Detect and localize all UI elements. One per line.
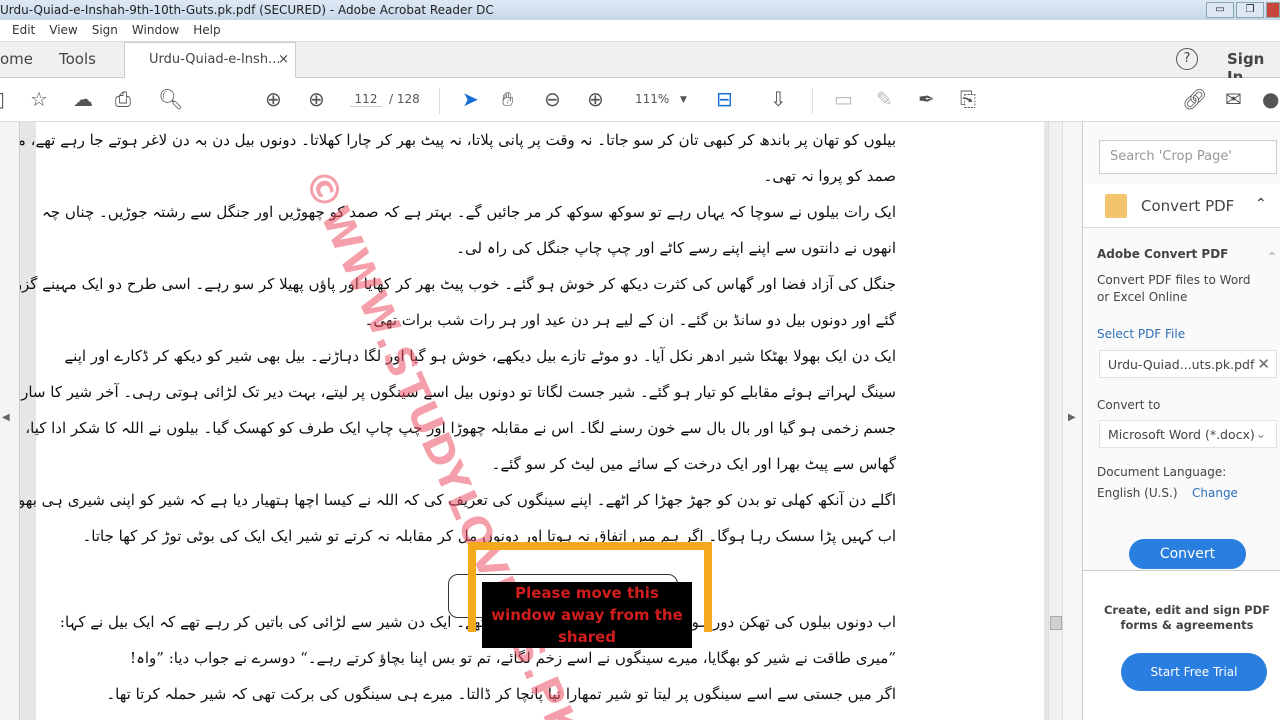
menu-sign[interactable]: Sign xyxy=(92,23,118,41)
text-line: گھاس سے پیٹ بھرا اور ایک درخت کے سائے می… xyxy=(491,455,896,473)
text-line: سینگ لہراتے ہوئے مقابلے کو تیار ہو گئے۔ … xyxy=(20,383,896,401)
start-free-trial-button[interactable]: Start Free Trial xyxy=(1121,653,1267,691)
scroll-mode-icon[interactable]: ⇩ xyxy=(770,88,787,110)
window-title: Urdu-Quiad-e-Inshah-9th-10th-Guts.pk.pdf… xyxy=(0,3,494,17)
text-line: جسم زخمی ہو گیا اور بال بال سے خون رسنے … xyxy=(25,419,896,437)
vertical-scrollbar[interactable] xyxy=(1048,122,1062,720)
promo-panel: Create, edit and sign PDF forms & agreem… xyxy=(1083,570,1280,720)
convert-pdf-header[interactable]: Convert PDF ⌃ xyxy=(1083,184,1280,228)
document-language-label: Document Language: xyxy=(1097,465,1227,479)
file-name: Urdu-Quiad...uts.pk.pdf xyxy=(1108,357,1255,372)
change-language-link[interactable]: Change xyxy=(1192,486,1238,500)
page-number-input[interactable]: 112 xyxy=(350,92,382,107)
menu-view[interactable]: View xyxy=(49,23,77,41)
text-line: بیلوں کو تھان پر باندھ کر کبھی تان کر سو… xyxy=(20,131,896,149)
convert-to-label: Convert to xyxy=(1097,398,1161,412)
save-icon[interactable]: ▯ xyxy=(0,88,5,110)
promo-text: Create, edit and sign PDF forms & agreem… xyxy=(1103,603,1271,632)
fit-page-icon[interactable]: ⊟ xyxy=(716,88,733,110)
next-page-icon[interactable]: ⊕ xyxy=(308,88,325,110)
divider xyxy=(439,88,440,114)
convert-format-select[interactable]: Microsoft Word (*.docx) ⌄ xyxy=(1099,420,1277,448)
restore-button[interactable]: ❐ xyxy=(1236,2,1264,18)
edit-document-icon[interactable]: ⎘ xyxy=(960,88,976,110)
tab-tools[interactable]: Tools xyxy=(59,50,96,68)
email-icon[interactable]: ✉ xyxy=(1225,88,1242,110)
user-icon[interactable]: ● xyxy=(1262,88,1279,110)
text-line: جنگل کی آزاد فضا اور گھاس کی کثرت دیکھ ک… xyxy=(20,275,896,293)
screen-share-warning: Please move this window away from the sh… xyxy=(468,542,712,648)
menu-help[interactable]: Help xyxy=(193,23,220,41)
right-pane-toggle[interactable]: ▶ xyxy=(1062,122,1082,720)
convert-pdf-title: Convert PDF xyxy=(1141,197,1235,215)
zoom-out-icon[interactable]: ⊖ xyxy=(544,88,561,110)
menu-window[interactable]: Window xyxy=(132,23,179,41)
scrollbar-thumb[interactable] xyxy=(1050,616,1062,630)
bookmark-star-icon[interactable]: ☆ xyxy=(30,88,48,110)
expand-left-pane-icon[interactable]: ◀ xyxy=(2,412,10,423)
hand-tool-icon[interactable]: ✋︎ xyxy=(502,88,513,110)
search-icon[interactable]: 🔍︎ xyxy=(158,88,183,110)
toolbar: ▯ ☆ ☁ ⎙ 🔍︎ ⊕ ⊕ 112 / 128 ➤ ✋︎ ⊖ ⊕ 111% ▼… xyxy=(0,78,1280,122)
chevron-down-icon: ⌄ xyxy=(1255,426,1266,441)
print-icon[interactable]: ⎙ xyxy=(115,88,131,110)
convert-heading: Adobe Convert PDF xyxy=(1097,247,1229,261)
zoom-level[interactable]: 111% xyxy=(635,92,669,106)
right-tools-pane: Search 'Crop Page' Convert PDF ⌃ Adobe C… xyxy=(1082,122,1280,720)
share-link-icon[interactable]: 🔗︎ xyxy=(1182,88,1207,110)
tab-bar: ome Tools Urdu-Quiad-e-Insh... × ? Sign I… xyxy=(0,42,1280,86)
text-line: ایک دن ایک بھولا بھٹکا شیر ادھر نکل آیا۔… xyxy=(64,347,896,365)
convert-description: Convert PDF files to Word or Excel Onlin… xyxy=(1097,273,1251,304)
previous-page-icon[interactable]: ⊕ xyxy=(265,88,282,110)
warning-message: Please move this window away from the sh… xyxy=(482,582,692,648)
menu-edit[interactable]: Edit xyxy=(12,23,35,41)
comment-icon[interactable]: ▭ xyxy=(834,88,853,110)
title-bar: Urdu-Quiad-e-Inshah-9th-10th-Guts.pk.pdf… xyxy=(0,0,1280,20)
remove-file-icon[interactable]: ✕ xyxy=(1257,355,1270,373)
selected-file-field: Urdu-Quiad...uts.pk.pdf ✕ xyxy=(1099,350,1277,378)
highlight-pen-icon[interactable]: ✎ xyxy=(876,88,893,110)
document-area[interactable]: بیلوں کو تھان پر باندھ کر کبھی تان کر سو… xyxy=(20,122,1048,720)
select-pdf-file-link[interactable]: Select PDF File xyxy=(1097,327,1185,341)
close-tab-icon[interactable]: × xyxy=(278,52,289,67)
help-icon[interactable]: ? xyxy=(1176,48,1198,70)
zoom-dropdown-icon[interactable]: ▼ xyxy=(680,95,687,105)
page-total: / 128 xyxy=(389,92,420,106)
left-navigation-pane[interactable]: ◀ xyxy=(0,122,20,720)
convert-format-value: Microsoft Word (*.docx) xyxy=(1108,427,1255,442)
fill-sign-icon[interactable]: ✒ xyxy=(918,88,935,110)
text-line: اگلے دن آنکھ کھلی تو بدن کو جھڑ جھڑا کر … xyxy=(20,491,896,509)
document-language-value: English (U.S.) xyxy=(1097,486,1178,500)
select-cursor-icon[interactable]: ➤ xyxy=(462,88,479,110)
collapse-arrow-icon[interactable]: ▶ xyxy=(1068,412,1076,423)
minimize-button[interactable]: ▭ xyxy=(1206,2,1234,18)
upload-cloud-icon[interactable]: ☁ xyxy=(73,88,93,110)
text-line: گئے اور دونوں بیل دو سانڈ بن گئے۔ ان کے … xyxy=(364,311,896,329)
divider xyxy=(812,88,813,114)
chevron-up-icon[interactable]: ⌃ xyxy=(1255,196,1267,212)
convert-button[interactable]: Convert xyxy=(1129,539,1246,569)
tab-document-label: Urdu-Quiad-e-Insh... xyxy=(149,52,281,67)
pdf-page: بیلوں کو تھان پر باندھ کر کبھی تان کر سو… xyxy=(20,122,1044,720)
tools-search-input[interactable]: Search 'Crop Page' xyxy=(1099,140,1277,174)
menu-bar: Edit View Sign Window Help xyxy=(0,20,1280,42)
chevron-up-icon[interactable]: ⌃ xyxy=(1267,250,1277,264)
convert-pdf-icon xyxy=(1105,194,1127,218)
tab-document[interactable]: Urdu-Quiad-e-Insh... × xyxy=(124,42,296,79)
zoom-in-icon[interactable]: ⊕ xyxy=(587,88,604,110)
close-window-button[interactable] xyxy=(1266,2,1280,18)
tab-home[interactable]: ome xyxy=(0,50,33,68)
